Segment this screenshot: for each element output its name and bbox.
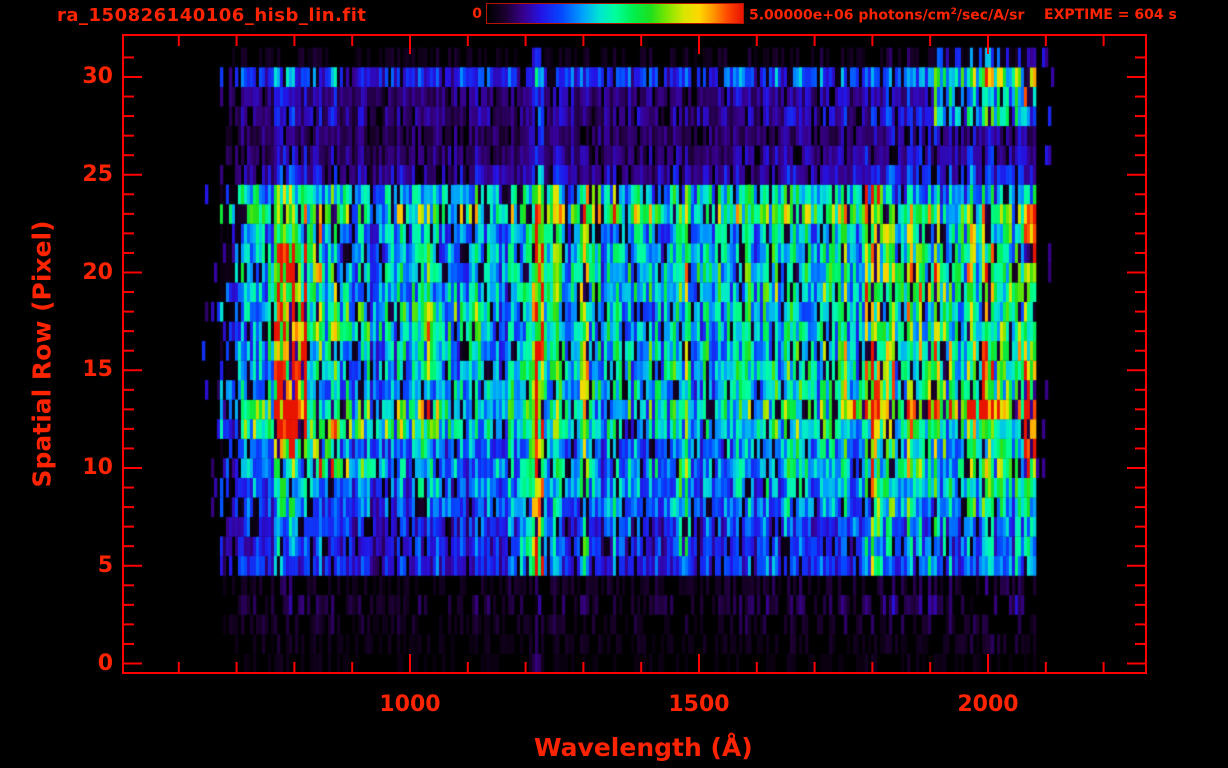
plot-frame — [122, 34, 1147, 674]
y-tick-label: 30 — [82, 64, 113, 89]
axes-frame — [122, 34, 1147, 674]
y-axis-title: Spatial Row (Pixel) — [27, 220, 57, 488]
x-axis-title: Wavelength (Å) — [534, 733, 753, 762]
y-tick-label: 5 — [97, 552, 113, 578]
x-tick-label: 2000 — [957, 692, 1019, 717]
y-tick-label: 25 — [82, 161, 113, 187]
y-tick-label: 0 — [97, 650, 113, 676]
x-tick-label: 1000 — [379, 692, 441, 717]
spectral-image-viewer: ra_150826140106_hisb_lin.fit 0 5.00000e+… — [0, 0, 1228, 768]
x-tick-label: 1500 — [668, 692, 730, 717]
